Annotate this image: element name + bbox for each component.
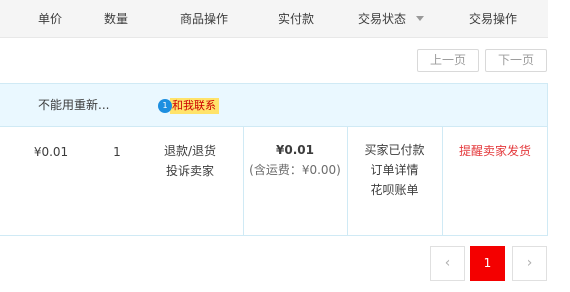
header-product-ops: 商品操作 (179, 12, 228, 26)
product-ops: 退款/退货 投诉卖家 (150, 141, 230, 181)
caret-down-icon (416, 16, 425, 21)
pagination-prev-button[interactable]: ‹ (430, 246, 465, 281)
order-details-link[interactable]: 订单详情 (347, 160, 442, 180)
next-page-button[interactable]: 下一页 (485, 49, 547, 72)
order-row: ¥0.01 1 退款/退货 投诉卖家 ¥0.01 (含运费：¥0.00) 买家已… (0, 127, 548, 236)
prev-page-button[interactable]: 上一页 (417, 49, 479, 72)
paid-amount-cell: ¥0.01 (含运费：¥0.00) (243, 140, 347, 180)
refund-return-link[interactable]: 退款/退货 (150, 141, 230, 161)
huabei-bill-link[interactable]: 花呗账单 (347, 180, 442, 200)
header-price: 单价 (37, 12, 62, 26)
complain-seller-link[interactable]: 投诉卖家 (150, 161, 230, 181)
shipping-fee: (含运费：¥0.00) (249, 163, 341, 177)
table-header: 单价 数量 商品操作 实付款 交易状态 交易操作 (0, 0, 548, 38)
pagination-next-button[interactable]: › (512, 246, 547, 281)
wangwang-chat-icon: 1 (158, 99, 172, 113)
chevron-left-icon: ‹ (444, 255, 451, 271)
contact-seller-link[interactable]: 1 和我联系 (158, 97, 219, 115)
status-filter-dropdown[interactable]: 交易状态 (358, 0, 448, 38)
header-paid: 实付款 (277, 12, 314, 26)
shop-name[interactable]: 不能用重新... (38, 84, 109, 127)
paid-amount: ¥0.01 (276, 143, 314, 157)
trade-status: 买家已付款 (364, 143, 425, 157)
trade-status-cell: 买家已付款 订单详情 花呗账单 (347, 140, 442, 200)
remind-seller-ship-button[interactable]: 提醒卖家发货 (442, 141, 548, 161)
chevron-right-icon: › (526, 255, 533, 271)
contact-seller-label: 和我联系 (170, 98, 219, 114)
header-action: 交易操作 (468, 12, 517, 26)
item-quantity: 1 (113, 145, 121, 159)
item-price: ¥0.01 (33, 145, 69, 159)
order-header: 不能用重新... 1 和我联系 (0, 83, 548, 127)
header-status-label: 交易状态 (358, 12, 407, 26)
header-quantity: 数量 (103, 12, 128, 26)
pagination-page-current[interactable]: 1 (470, 246, 505, 281)
